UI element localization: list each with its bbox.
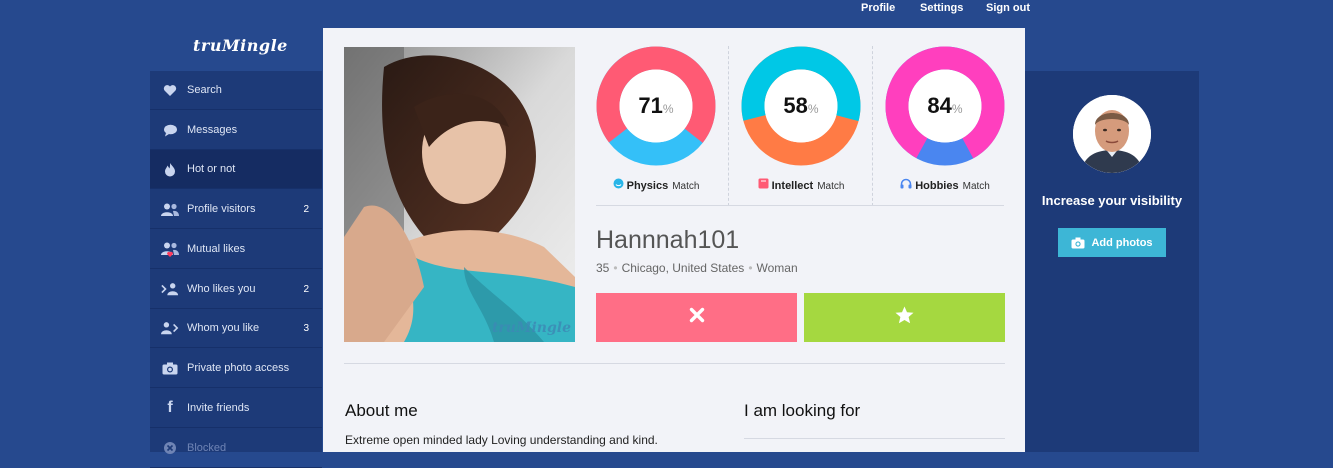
sidebar-item-label: Blocked xyxy=(187,442,227,454)
divider xyxy=(744,438,1005,439)
profile-gender: Woman xyxy=(756,261,798,275)
sidebar-item-count: 3 xyxy=(303,322,309,334)
close-icon xyxy=(689,307,705,328)
sidebar-item-whom-you-like[interactable]: Whom you like 3 xyxy=(150,309,322,348)
hobbies-percentage: 84% xyxy=(927,93,963,118)
nav-profile-link[interactable]: Profile xyxy=(861,2,895,14)
nav-signout-link[interactable]: Sign out xyxy=(986,2,1030,14)
star-icon xyxy=(895,306,914,329)
sidebar-item-label: Profile visitors xyxy=(187,203,256,215)
profile-meta: 35 • Chicago, United States • Woman xyxy=(596,261,798,275)
sidebar-item-label: Whom you like xyxy=(187,322,260,334)
sidebar-item-search[interactable]: Search xyxy=(150,71,322,110)
sidebar-item-label: Mutual likes xyxy=(187,243,246,255)
physics-match-label: Physics Match xyxy=(584,178,728,192)
about-me-text: Extreme open minded lady Loving understa… xyxy=(345,433,658,447)
profile-photo[interactable]: truMingle xyxy=(344,47,575,342)
sidebar: Search Messages Hot or not Profile visit… xyxy=(150,71,322,468)
intellect-percentage: 58% xyxy=(783,93,819,118)
about-me-title: About me xyxy=(345,401,418,420)
looking-for-title: I am looking for xyxy=(744,401,861,420)
photo-watermark: truMingle xyxy=(491,320,571,336)
book-icon xyxy=(758,178,769,192)
match-intellect: 58% Intellect Match xyxy=(728,46,873,206)
avatar-image xyxy=(1073,95,1151,173)
profile-age: 35 xyxy=(596,261,610,275)
top-nav: Profile Settings Sign out xyxy=(0,0,1333,16)
match-hobbies: 84% Hobbies Match xyxy=(872,46,1017,206)
headphones-icon xyxy=(900,178,912,192)
profile-location: Chicago, United States xyxy=(621,261,745,275)
camera-icon xyxy=(1071,237,1085,248)
sidebar-item-label: Private photo access xyxy=(187,362,290,374)
sidebar-item-invite-friends[interactable]: f Invite friends xyxy=(150,389,322,428)
profile-main: truMingle 71% Physics Match 58% Intellect… xyxy=(323,28,1025,452)
divider xyxy=(596,205,1004,206)
sidebar-item-mutual-likes[interactable]: Mutual likes xyxy=(150,230,322,269)
sidebar-item-hot-or-not[interactable]: Hot or not xyxy=(150,150,322,189)
chat-bubble-icon xyxy=(161,121,179,139)
profile-name: Hannnah101 xyxy=(596,226,740,254)
sidebar-item-label: Messages xyxy=(187,124,238,136)
camera-icon xyxy=(161,359,179,377)
sidebar-item-label: Who likes you xyxy=(187,283,256,295)
user-outgoing-icon xyxy=(161,319,179,337)
sidebar-item-count: 2 xyxy=(303,283,309,295)
sidebar-item-who-likes-you[interactable]: Who likes you 2 xyxy=(150,270,322,309)
visibility-panel: Increase your visibility Add photos xyxy=(1025,71,1199,452)
increase-visibility-text: Increase your visibility xyxy=(1041,193,1183,208)
add-photos-button[interactable]: Add photos xyxy=(1058,228,1166,257)
sidebar-item-label: Search xyxy=(187,84,222,96)
add-photos-label: Add photos xyxy=(1091,236,1153,249)
nav-settings-link[interactable]: Settings xyxy=(920,2,963,14)
face-icon xyxy=(613,178,624,192)
sidebar-item-label: Hot or not xyxy=(187,163,236,175)
users-icon xyxy=(161,200,179,218)
reject-button[interactable] xyxy=(596,293,797,342)
intellect-match-label: Intellect Match xyxy=(729,178,873,192)
blocked-icon xyxy=(161,439,179,457)
sidebar-item-count: 2 xyxy=(303,203,309,215)
flame-icon xyxy=(161,160,179,178)
avatar[interactable] xyxy=(1073,95,1151,173)
like-button[interactable] xyxy=(804,293,1005,342)
sidebar-item-profile-visitors[interactable]: Profile visitors 2 xyxy=(150,190,322,229)
sidebar-item-blocked[interactable]: Blocked xyxy=(150,429,322,468)
match-physics: 71% Physics Match xyxy=(596,46,740,206)
heart-icon xyxy=(161,81,179,99)
divider xyxy=(344,363,1005,364)
profile-photo-image xyxy=(344,47,575,342)
sidebar-item-private-photo-access[interactable]: Private photo access xyxy=(150,349,322,388)
brand-logo[interactable]: truMingle xyxy=(193,36,288,55)
hobbies-match-label: Hobbies Match xyxy=(873,178,1017,192)
mutual-likes-icon xyxy=(161,240,179,258)
facebook-icon: f xyxy=(167,399,173,416)
user-incoming-icon xyxy=(161,280,179,298)
sidebar-item-messages[interactable]: Messages xyxy=(150,111,322,150)
sidebar-item-label: Invite friends xyxy=(187,402,250,414)
physics-percentage: 71% xyxy=(638,93,674,118)
